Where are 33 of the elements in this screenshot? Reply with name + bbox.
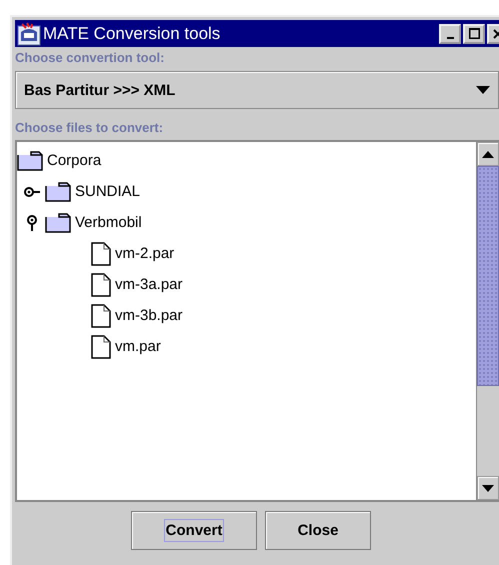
app-icon (17, 22, 41, 46)
tool-dropdown[interactable]: Bas Partitur >>> XML (15, 71, 499, 109)
folder-icon (17, 150, 43, 170)
section-label: Choose convertion tool: (15, 49, 166, 67)
tree-item[interactable]: vm.par (115, 338, 161, 355)
tree-item[interactable]: SUNDIAL (75, 183, 140, 200)
up-arrow-icon (482, 150, 494, 158)
tree-item[interactable]: vm-3a.par (115, 276, 183, 293)
tree-item[interactable]: Verbmobil (75, 214, 142, 231)
tree-item[interactable]: vm-3b.par (115, 307, 183, 324)
window-title: MATE Conversion tools (43, 24, 222, 44)
caret-icon (476, 86, 490, 94)
minimize-button[interactable] (439, 24, 461, 44)
tree-item[interactable]: vm-2.par (115, 245, 174, 262)
scrollbar[interactable] (476, 142, 499, 500)
folder-icon (45, 182, 71, 202)
maximize-button[interactable] (463, 24, 485, 44)
minimize-icon (446, 36, 454, 38)
file-icon (91, 272, 111, 296)
scroll-thumb[interactable] (477, 166, 499, 386)
file-icon (91, 334, 111, 358)
dialog-button[interactable]: Convert (131, 511, 257, 550)
down-arrow-icon (482, 484, 494, 492)
maximize-icon (468, 28, 480, 39)
tree-item[interactable]: Corpora (47, 152, 102, 169)
scroll-down-button[interactable] (477, 476, 499, 500)
file-icon (91, 304, 111, 328)
collapsed-handle[interactable] (23, 186, 41, 198)
scroll-up-button[interactable] (477, 142, 499, 166)
section-label: Choose files to convert: (15, 119, 164, 137)
folder-icon (45, 212, 71, 232)
dialog-button[interactable]: Close (265, 511, 371, 550)
file-icon (91, 242, 111, 266)
